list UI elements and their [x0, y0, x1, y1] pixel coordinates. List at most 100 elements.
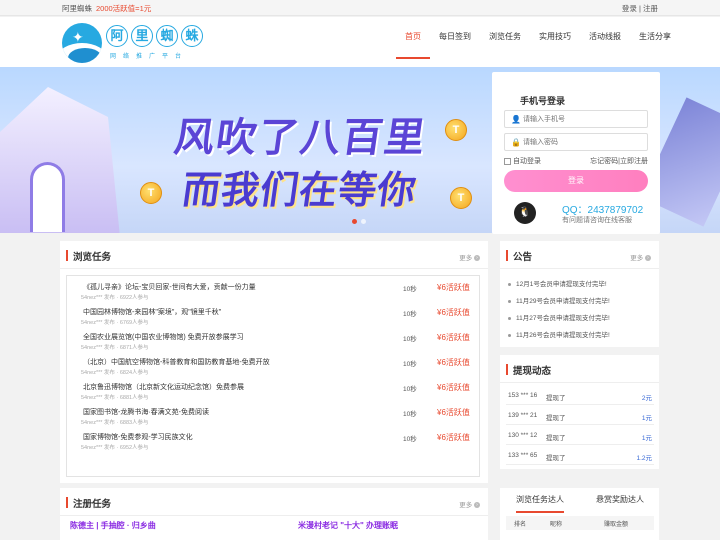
carousel-dot[interactable]: [361, 219, 366, 224]
task-reward: ¥6活跃值: [437, 358, 470, 367]
task-reward: ¥6活跃值: [437, 333, 470, 342]
nav-activities[interactable]: 活动线报: [580, 17, 630, 67]
task-row[interactable]: （北京）中国航空博物馆-科普教育和国防教育基地-免费开放 54nez*** 发布…: [67, 354, 479, 379]
brand-name: 阿里蜘蛛: [62, 4, 92, 13]
phone-field[interactable]: 👤: [504, 110, 648, 128]
auto-login-checkbox[interactable]: [504, 157, 511, 165]
withdraw-amount: 1元: [641, 415, 652, 422]
more-link[interactable]: 更多 ›: [630, 252, 651, 262]
tower-illustration: [30, 162, 65, 232]
coin-icon: T: [445, 119, 467, 141]
more-link[interactable]: 更多 ›: [459, 252, 480, 262]
task-duration: 10秒: [403, 311, 417, 318]
task-row[interactable]: 北京鲁迅博物馆（北京新文化运动纪念馆）免费参展 54nez*** 发布 · 68…: [67, 379, 479, 404]
banner-headline-2: 而我们在等你: [179, 170, 420, 212]
carousel-dot[interactable]: [352, 219, 357, 224]
login-link[interactable]: 登录: [622, 4, 637, 13]
chevron-right-icon: ›: [645, 255, 651, 262]
notice-text: 11月26号会员申请提现支付完毕!: [516, 332, 610, 339]
login-button[interactable]: 登录: [504, 170, 648, 192]
logo-wordmark: 阿 里 蜘 蛛: [106, 25, 203, 47]
register-tasks-panel: 注册任务 更多 › 陈德主 | 手抽腔 · 归乡曲 米漫村老记 "十大" 办理账…: [60, 488, 488, 540]
nav-home[interactable]: 首页: [396, 17, 430, 59]
task-name[interactable]: 《孤儿寻亲》论坛-宝贝回家-世间有大爱，贡献一份力量: [83, 282, 256, 292]
tab-browse-experts[interactable]: 浏览任务达人: [516, 494, 564, 513]
panel-title: 浏览任务: [73, 252, 112, 263]
task-name[interactable]: 国家图书馆-龙腾书海·春满文苑-免费阅读: [83, 407, 209, 417]
withdraw-user: 153 *** 16: [508, 392, 538, 399]
task-meta: 54nez*** 发布 · 6922人参与: [81, 295, 149, 301]
task-name[interactable]: 北京鲁迅博物馆（北京新文化运动纪念馆）免费参展: [83, 382, 244, 392]
task-duration: 10秒: [403, 336, 417, 343]
withdraw-action: 提现了: [546, 455, 566, 462]
phone-input[interactable]: [523, 113, 643, 125]
ranking-header: 排名 昵称 赚取金额: [506, 516, 654, 530]
amount-column: 赚取金额: [604, 522, 629, 528]
notice-item[interactable]: 11月27号会员申请提现支付完毕!: [508, 312, 610, 322]
logo-char: 蛛: [181, 25, 203, 47]
qq-icon[interactable]: 🐧: [514, 202, 536, 224]
task-duration: 10秒: [403, 386, 417, 393]
forgot-password-link[interactable]: 忘记密码: [590, 158, 618, 165]
logo-char: 蜘: [156, 25, 178, 47]
browse-tasks-panel: 浏览任务 更多 › 《孤儿寻亲》论坛-宝贝回家-世间有大爱，贡献一份力量 54n…: [60, 241, 488, 483]
promo-text: 2000活跃值=1元: [96, 4, 152, 13]
notice-panel: 公告 更多 › 12月1号会员申请提现支付完毕! 11月29号会员申请提现支付完…: [500, 241, 659, 347]
task-reward: ¥6活跃值: [437, 408, 470, 417]
register-task-item[interactable]: 米漫村老记 "十大" 办理账眠: [298, 520, 398, 531]
carousel-dots: [352, 219, 366, 224]
login-title: 手机号登录: [520, 96, 566, 106]
ranking-panel: 浏览任务达人 悬赏奖励达人 排名 昵称 赚取金额: [500, 488, 659, 540]
notice-text: 11月27号会员申请提现支付完毕!: [516, 315, 610, 322]
login-panel: 手机号登录 👤 🔒 自动登录 忘记密码|立即注册 登录 🐧 QQ：2437879…: [492, 72, 660, 234]
task-name[interactable]: （北京）中国航空博物馆-科普教育和国防教育基地-免费开放: [83, 357, 270, 367]
task-name[interactable]: 国家博物馆-免费参观-学习民族文化: [83, 432, 193, 442]
task-name[interactable]: 全国农业展览馆(中国农业博物馆) 免费开放参展学习: [83, 332, 244, 342]
task-row[interactable]: 中国园林博物馆-来园林"案境"，观"镜里千秋" 54nez*** 发布 · 67…: [67, 304, 479, 329]
withdraw-row: 130 *** 12 提现了 1元: [506, 427, 654, 445]
withdraw-action: 提现了: [546, 395, 566, 402]
task-name[interactable]: 中国园林博物馆-来园林"案境"，观"镜里千秋": [83, 307, 221, 317]
rank-column: 排名: [514, 522, 527, 528]
notice-text: 11月29号会员申请提现支付完毕!: [516, 298, 610, 305]
task-row[interactable]: 国家博物馆-免费参观-学习民族文化 54nez*** 发布 · 6952人参与 …: [67, 429, 479, 454]
task-meta: 54nez*** 发布 · 6824人参与: [81, 370, 149, 376]
nickname-column: 昵称: [550, 522, 563, 528]
withdraw-user: 130 *** 12: [508, 432, 538, 439]
password-field[interactable]: 🔒: [504, 133, 648, 151]
task-row[interactable]: 国家图书馆-龙腾书海·春满文苑-免费阅读 54nez*** 发布 · 6883人…: [67, 404, 479, 429]
withdraw-user: 139 *** 21: [508, 412, 538, 419]
logo-tagline: 网络推广平台: [110, 54, 189, 60]
notice-item[interactable]: 11月26号会员申请提现支付完毕!: [508, 329, 610, 339]
nav-checkin[interactable]: 每日签到: [430, 17, 480, 67]
notice-item[interactable]: 11月29号会员申请提现支付完毕!: [508, 295, 610, 305]
more-label: 更多: [459, 255, 473, 262]
tab-reward-experts[interactable]: 悬赏奖励达人: [596, 494, 644, 505]
task-duration: 10秒: [403, 286, 417, 293]
task-meta: 54nez*** 发布 · 6881人参与: [81, 395, 149, 401]
task-reward: ¥6活跃值: [437, 283, 470, 292]
coin-icon: T: [450, 187, 472, 209]
task-meta: 54nez*** 发布 · 6952人参与: [81, 445, 149, 451]
task-row[interactable]: 全国农业展览馆(中国农业博物馆) 免费开放参展学习 54nez*** 发布 · …: [67, 329, 479, 354]
panel-header: 提现动态: [500, 355, 659, 383]
notice-item[interactable]: 12月1号会员申请提现支付完毕!: [508, 278, 607, 288]
auth-separator: |: [638, 4, 641, 13]
register-now-link[interactable]: 立即注册: [620, 158, 648, 165]
nav-tips[interactable]: 实用技巧: [530, 17, 580, 67]
register-link[interactable]: 注册: [643, 4, 658, 13]
more-link[interactable]: 更多 ›: [459, 499, 480, 509]
nav-browse-tasks[interactable]: 浏览任务: [480, 17, 530, 67]
nav-life-share[interactable]: 生活分享: [630, 17, 680, 67]
site-logo[interactable]: ✦ 阿 里 蜘 蛛 网络推广平台: [62, 23, 232, 63]
register-task-item[interactable]: 陈德主 | 手抽腔 · 归乡曲: [70, 520, 156, 531]
ranking-tabs: 浏览任务达人 悬赏奖励达人: [500, 488, 659, 514]
site-brand: 阿里蜘蛛 2000活跃值=1元: [62, 3, 151, 14]
withdraw-user: 133 *** 65: [508, 452, 538, 459]
withdraw-action: 提现了: [546, 435, 566, 442]
withdraw-amount: 2元: [641, 395, 652, 402]
coin-icon: T: [140, 182, 162, 204]
lock-icon: 🔒: [511, 138, 521, 147]
task-row[interactable]: 《孤儿寻亲》论坛-宝贝回家-世间有大爱，贡献一份力量 54nez*** 发布 ·…: [67, 279, 479, 304]
password-input[interactable]: [523, 136, 643, 148]
